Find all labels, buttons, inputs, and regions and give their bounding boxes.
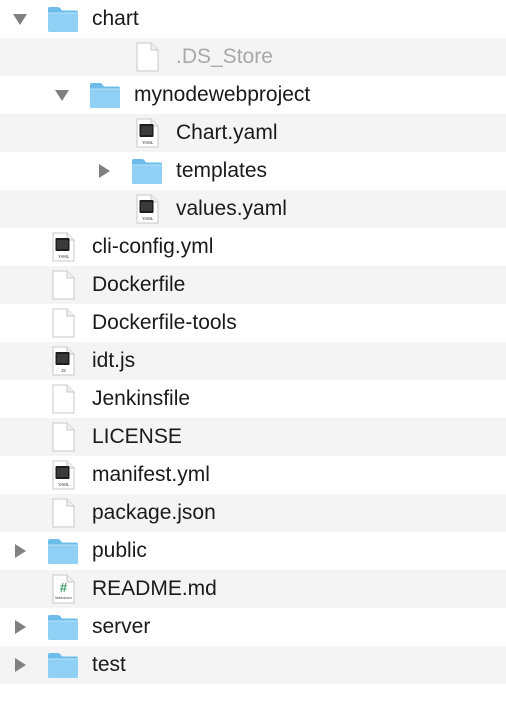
folder-icon xyxy=(89,80,121,110)
tree-row-dockerfile[interactable]: Dockerfile xyxy=(0,266,506,304)
file-tree: chart .DS_Store mynodewebproject YAML Ch… xyxy=(0,0,506,720)
disclosure-collapsed-icon[interactable] xyxy=(12,657,28,673)
tree-row-chart-yaml[interactable]: YAML Chart.yaml xyxy=(0,114,506,152)
document-icon xyxy=(47,270,79,300)
tree-row-jenkinsfile[interactable]: Jenkinsfile xyxy=(0,380,506,418)
document-icon xyxy=(47,384,79,414)
disclosure-expanded-icon[interactable] xyxy=(12,11,28,27)
tree-item-label: mynodewebproject xyxy=(134,83,311,106)
document-icon xyxy=(47,498,79,528)
tree-item-label: manifest.yml xyxy=(92,463,210,486)
tree-item-label: LICENSE xyxy=(92,425,182,448)
yaml-file-icon: YAML xyxy=(131,118,163,148)
folder-icon xyxy=(47,612,79,642)
disclosure-expanded-icon[interactable] xyxy=(54,87,70,103)
tree-item-label: test xyxy=(92,653,126,676)
tree-item-label: idt.js xyxy=(92,349,136,372)
tree-item-label: cli-config.yml xyxy=(92,235,214,258)
tree-item-label: README.md xyxy=(92,577,217,600)
tree-row-ds-store[interactable]: .DS_Store xyxy=(0,38,506,76)
svg-text:YAML: YAML xyxy=(58,482,70,487)
yaml-file-icon: YAML xyxy=(47,232,79,262)
svg-text:YAML: YAML xyxy=(58,254,70,259)
tree-row-package-json[interactable]: package.json xyxy=(0,494,506,532)
svg-text:#: # xyxy=(60,580,68,595)
tree-item-label: public xyxy=(92,539,147,562)
tree-item-label: chart xyxy=(92,7,139,30)
tree-row-public[interactable]: public xyxy=(0,532,506,570)
svg-text:YAML: YAML xyxy=(142,216,154,221)
tree-item-label: Dockerfile xyxy=(92,273,186,296)
tree-row-idt-js[interactable]: JS idt.js xyxy=(0,342,506,380)
disclosure-collapsed-icon[interactable] xyxy=(12,543,28,559)
disclosure-collapsed-icon[interactable] xyxy=(96,163,112,179)
tree-row-readme-md[interactable]: # Markdown README.md xyxy=(0,570,506,608)
document-icon xyxy=(131,42,163,72)
yaml-file-icon: YAML xyxy=(131,194,163,224)
tree-item-label: Chart.yaml xyxy=(176,121,278,144)
tree-item-label: values.yaml xyxy=(176,197,287,220)
svg-text:YAML: YAML xyxy=(142,140,154,145)
tree-item-label: templates xyxy=(176,159,268,182)
tree-item-label: package.json xyxy=(92,501,216,524)
tree-row-cli-config-yml[interactable]: YAML cli-config.yml xyxy=(0,228,506,266)
svg-text:JS: JS xyxy=(61,368,66,373)
js-file-icon: JS xyxy=(47,346,79,376)
tree-item-label: Dockerfile-tools xyxy=(92,311,237,334)
tree-row-chart[interactable]: chart xyxy=(0,0,506,38)
tree-row-test[interactable]: test xyxy=(0,646,506,684)
document-icon xyxy=(47,422,79,452)
yaml-file-icon: YAML xyxy=(47,460,79,490)
document-icon xyxy=(47,308,79,338)
tree-row-values-yaml[interactable]: YAML values.yaml xyxy=(0,190,506,228)
tree-row-dockerfile-tools[interactable]: Dockerfile-tools xyxy=(0,304,506,342)
tree-item-label: Jenkinsfile xyxy=(92,387,191,410)
tree-item-label: server xyxy=(92,615,151,638)
tree-row-mynodewebproject[interactable]: mynodewebproject xyxy=(0,76,506,114)
folder-icon xyxy=(47,650,79,680)
markdown-file-icon: # Markdown xyxy=(47,574,79,604)
tree-row-license[interactable]: LICENSE xyxy=(0,418,506,456)
tree-row-manifest-yml[interactable]: YAML manifest.yml xyxy=(0,456,506,494)
folder-icon xyxy=(47,536,79,566)
tree-item-label: .DS_Store xyxy=(176,45,273,68)
svg-text:Markdown: Markdown xyxy=(55,596,72,600)
tree-row-server[interactable]: server xyxy=(0,608,506,646)
folder-icon xyxy=(47,4,79,34)
tree-row-templates[interactable]: templates xyxy=(0,152,506,190)
disclosure-collapsed-icon[interactable] xyxy=(12,619,28,635)
folder-icon xyxy=(131,156,163,186)
